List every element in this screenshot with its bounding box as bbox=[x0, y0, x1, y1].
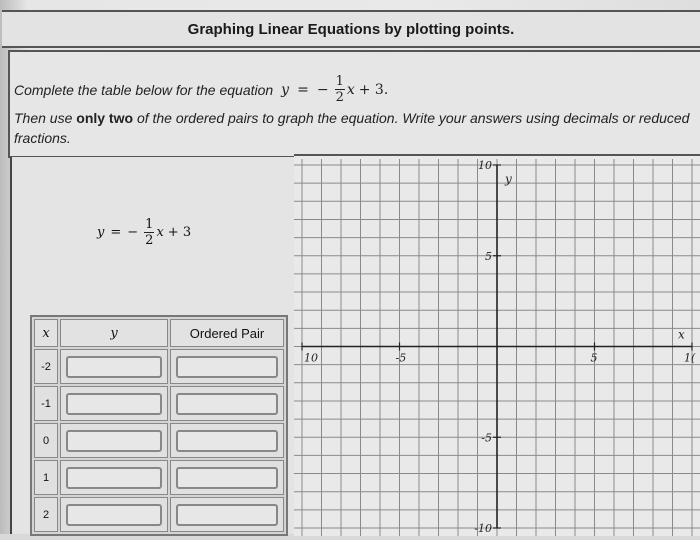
y-cell bbox=[60, 460, 168, 495]
x-value: 1 bbox=[34, 460, 58, 495]
equation-display: y = − 1 2 x + 3 bbox=[97, 217, 191, 248]
instruction-line-1: Complete the table below for the equatio… bbox=[14, 74, 388, 105]
ordered-pair-cell bbox=[170, 497, 284, 532]
y-input[interactable] bbox=[66, 429, 162, 452]
graph-panel[interactable]: 10 -5 5 1( 10 5 -5 -10 x y bbox=[294, 154, 700, 536]
equation-display-fraction: 1 2 bbox=[144, 217, 155, 248]
coordinate-grid[interactable]: 10 -5 5 1( 10 5 -5 -10 x y bbox=[294, 156, 700, 536]
ordered-pair-cell bbox=[170, 386, 284, 421]
y-input[interactable] bbox=[66, 355, 162, 378]
equation-sign: − bbox=[316, 81, 329, 98]
y-input[interactable] bbox=[66, 503, 162, 526]
title-bar: Graphing Linear Equations by plotting po… bbox=[2, 10, 700, 48]
ordered-pair-input[interactable] bbox=[176, 355, 278, 378]
equation-variable: x bbox=[346, 81, 355, 98]
y-input[interactable] bbox=[66, 466, 162, 489]
instruction-prefix: Complete the table below for the equatio… bbox=[14, 81, 274, 98]
ordered-pair-input[interactable] bbox=[176, 503, 278, 526]
header-ordered-pair: Ordered Pair bbox=[170, 319, 284, 347]
table-panel: y = − 1 2 x + 3 x y Ordered Pair -2 -1 0 1 2 bbox=[10, 157, 296, 536]
equation-rest: + 3. bbox=[358, 81, 389, 98]
y-cell bbox=[60, 386, 168, 421]
ordered-pair-input[interactable] bbox=[176, 392, 278, 415]
y-cell bbox=[60, 349, 168, 384]
page-title: Graphing Linear Equations by plotting po… bbox=[187, 20, 515, 38]
table-row: -1 bbox=[34, 386, 284, 421]
instruction-text-a: Then use bbox=[14, 110, 73, 126]
equation-display-denominator: 2 bbox=[145, 233, 154, 248]
x-value: -1 bbox=[34, 386, 58, 421]
instruction-emphasis: only two bbox=[76, 110, 134, 126]
y-cell bbox=[60, 423, 168, 458]
x-tick-label: 10 bbox=[304, 352, 318, 365]
equation-display-equals: = bbox=[110, 225, 122, 240]
table-row: 2 bbox=[34, 497, 284, 532]
y-tick-label: -5 bbox=[481, 431, 492, 444]
values-table: x y Ordered Pair -2 -1 0 1 2 bbox=[30, 315, 288, 536]
x-tick-label: -5 bbox=[396, 352, 407, 365]
y-axis-label: y bbox=[504, 172, 512, 186]
x-value: -2 bbox=[34, 349, 58, 384]
page-frame: Graphing Linear Equations by plotting po… bbox=[0, 0, 700, 536]
table-row: 0 bbox=[34, 423, 284, 458]
y-tick-label: 5 bbox=[485, 250, 492, 263]
ordered-pair-cell bbox=[170, 423, 284, 458]
equation-equals: = bbox=[297, 81, 309, 98]
instruction-line-2: Then use only two of the ordered pairs t… bbox=[14, 108, 694, 148]
x-tick-label: 1( bbox=[684, 352, 696, 365]
equation-display-lhs: y bbox=[97, 225, 105, 240]
ordered-pair-input[interactable] bbox=[176, 429, 278, 452]
y-tick-label: 10 bbox=[478, 159, 492, 172]
equation-lhs: y bbox=[281, 81, 290, 98]
header-y: y bbox=[60, 319, 168, 347]
header-x: x bbox=[34, 319, 58, 347]
table-row: 1 bbox=[34, 460, 284, 495]
x-tick-label: 5 bbox=[591, 352, 598, 365]
ordered-pair-input[interactable] bbox=[176, 466, 278, 489]
x-value: 2 bbox=[34, 497, 58, 532]
equation-display-sign: − bbox=[127, 225, 139, 240]
ordered-pair-cell bbox=[170, 349, 284, 384]
equation-display-rest: + 3 bbox=[167, 225, 192, 240]
y-input[interactable] bbox=[66, 392, 162, 415]
instructions-panel: Complete the table below for the equatio… bbox=[8, 50, 700, 158]
equation-display-numerator: 1 bbox=[144, 217, 155, 233]
x-axis-label: x bbox=[678, 328, 685, 342]
table-row: -2 bbox=[34, 349, 284, 384]
ordered-pair-cell bbox=[170, 460, 284, 495]
equation-display-variable: x bbox=[156, 225, 164, 240]
y-tick-label: -10 bbox=[474, 522, 492, 535]
y-cell bbox=[60, 497, 168, 532]
x-value: 0 bbox=[34, 423, 58, 458]
equation-fraction: 1 2 bbox=[334, 74, 345, 105]
fraction-denominator: 2 bbox=[335, 90, 344, 105]
fraction-numerator: 1 bbox=[334, 74, 345, 90]
table-header-row: x y Ordered Pair bbox=[34, 319, 284, 347]
